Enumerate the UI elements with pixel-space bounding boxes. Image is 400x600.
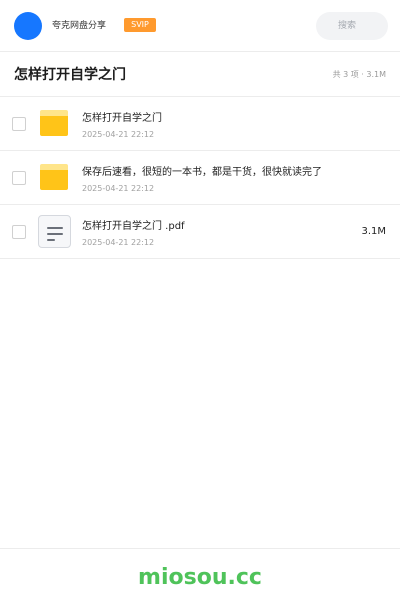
list-item[interactable]: 保存后速看，很短的一本书，都是干货，很快就读完了 2025-04-21 22:1… [0,151,400,205]
avatar[interactable] [14,12,42,40]
folder-header: 怎样打开自学之门 共 3 项 · 3.1M [0,52,400,97]
sharer-name: 夸克网盘分享 [52,21,107,31]
footer: miosou.cc [0,548,400,600]
site-brand[interactable]: miosou.cc [0,564,400,592]
page-title: 怎样打开自学之门 [14,67,126,83]
select-checkbox[interactable] [12,225,26,239]
svip-badge: SVIP [124,18,156,32]
file-date: 2025-04-21 22:12 [82,238,155,247]
list-item[interactable]: 怎样打开自学之门 2025-04-21 22:12 [0,97,400,151]
file-name[interactable]: 怎样打开自学之门 [82,112,162,126]
folder-summary: 共 3 项 · 3.1M [332,70,386,79]
select-checkbox[interactable] [12,117,26,131]
top-bar: 夸克网盘分享 SVIP 搜索 [0,0,400,52]
folder-icon [40,110,68,136]
list-item[interactable]: 怎样打开自学之门 .pdf 2025-04-21 22:12 3.1M [0,205,400,259]
file-name[interactable]: 保存后速看，很短的一本书，都是干货，很快就读完了 [82,166,322,180]
file-name[interactable]: 怎样打开自学之门 .pdf [82,220,185,234]
file-size: 3.1M [361,226,386,237]
file-date: 2025-04-21 22:12 [82,184,155,193]
folder-icon [40,164,68,190]
document-icon [38,215,71,248]
select-checkbox[interactable] [12,171,26,185]
file-date: 2025-04-21 22:12 [82,130,155,139]
search-input[interactable]: 搜索 [316,12,388,40]
